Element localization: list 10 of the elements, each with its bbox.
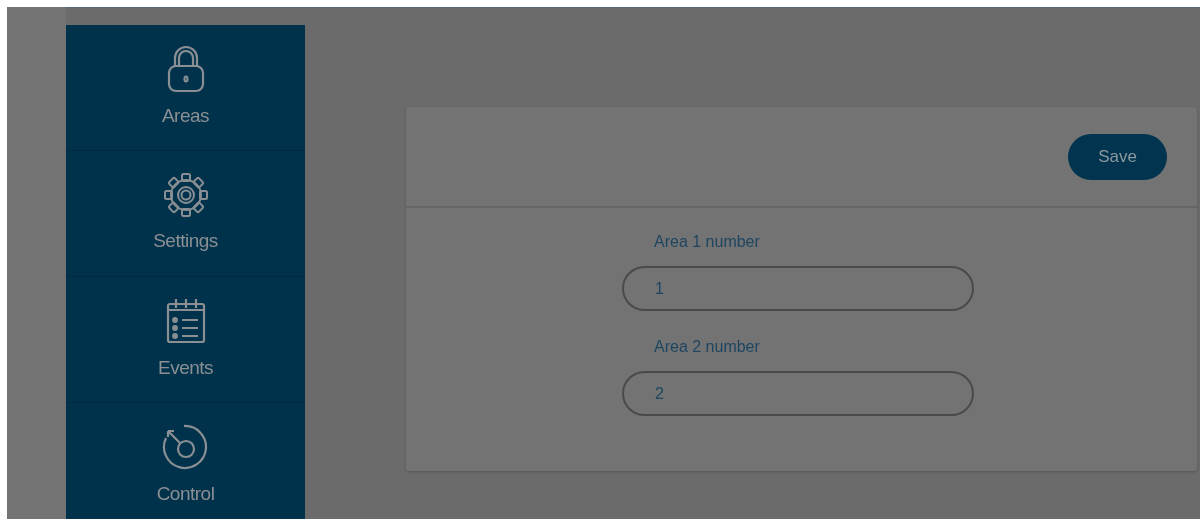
save-button[interactable]: Save xyxy=(1068,133,1167,180)
field-label: Area 1 number xyxy=(653,232,761,252)
number-field[interactable]: 2 xyxy=(622,371,974,416)
number-field[interactable]: 1 xyxy=(622,266,974,311)
gear-icon xyxy=(161,171,210,220)
sidebar-item[interactable]: Control xyxy=(66,403,305,519)
field-label: Area 2 number xyxy=(653,337,761,357)
sidebar-item[interactable]: Events xyxy=(66,277,305,403)
sidebar-item[interactable]: Areas xyxy=(66,25,305,151)
sidebar-item[interactable]: Settings xyxy=(66,151,305,277)
